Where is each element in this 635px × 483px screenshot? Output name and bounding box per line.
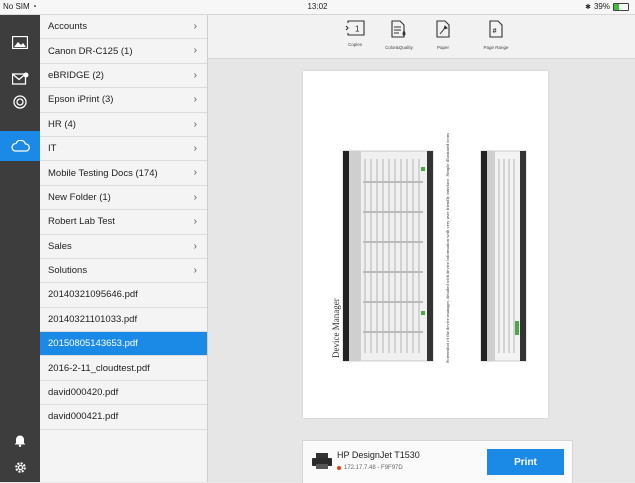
- folder-name: Accounts: [48, 21, 88, 33]
- battery-icon: [613, 2, 629, 11]
- file-name: 2016-2-11_cloudtest.pdf: [48, 362, 150, 374]
- chevron-right-icon: ›: [193, 142, 197, 154]
- folder-row[interactable]: IT ›: [40, 137, 207, 162]
- print-options-toolbar: 1 Copies Color&Quality Paper # Page Rang…: [208, 15, 635, 59]
- folder-name: Canon DR-C125 (1): [48, 45, 133, 57]
- folder-name: IT: [48, 143, 57, 155]
- preview-screenshot-1: [342, 150, 434, 362]
- rail-cloud[interactable]: [0, 131, 40, 161]
- folder-name: Solutions: [48, 265, 88, 277]
- folder-row[interactable]: HR (4) ›: [40, 113, 207, 137]
- chevron-right-icon: ›: [193, 191, 197, 203]
- chevron-right-icon: ›: [193, 21, 197, 32]
- file-row[interactable]: david000421.pdf: [40, 405, 207, 430]
- bluetooth-icon: ✱: [585, 3, 591, 11]
- browser-icon: [13, 95, 27, 109]
- chevron-right-icon: ›: [193, 264, 197, 276]
- folder-name: Epson iPrint (3): [48, 94, 114, 106]
- file-name: david000421.pdf: [48, 411, 119, 423]
- chevron-right-icon: ›: [193, 167, 197, 179]
- folder-row[interactable]: Accounts ›: [40, 15, 207, 40]
- chevron-right-icon: ›: [193, 216, 197, 228]
- rail-photos[interactable]: [0, 27, 40, 57]
- print-button[interactable]: Print: [487, 449, 564, 475]
- file-list: Accounts › Canon DR-C125 (1) › eBRIDGE (2) › E…: [40, 15, 208, 482]
- file-name: 20140321095646.pdf: [48, 289, 138, 301]
- status-bar: No SIM ◔ 13:02 ✱ 39%: [0, 0, 635, 15]
- settings-gear-icon: [14, 461, 26, 473]
- folder-name: Robert Lab Test: [48, 216, 115, 228]
- chevron-right-icon: ›: [193, 118, 197, 130]
- page-range-icon: #: [489, 20, 503, 38]
- color-quality-icon: [391, 20, 406, 38]
- page-preview[interactable]: Device Manager Screenshot of the device …: [303, 71, 548, 418]
- folder-row[interactable]: Canon DR-C125 (1) ›: [40, 39, 207, 64]
- folder-name: eBRIDGE (2): [48, 69, 104, 81]
- paper-label: Paper: [436, 45, 449, 50]
- folder-name: New Folder (1): [48, 191, 111, 203]
- svg-text:#: #: [493, 28, 497, 35]
- printer-name[interactable]: HP DesignJet T1530: [337, 450, 420, 460]
- paper-icon: [436, 20, 450, 38]
- chevron-right-icon: ›: [193, 240, 197, 252]
- file-name: 20150805143653.pdf: [48, 338, 138, 350]
- chevron-right-icon: ›: [193, 94, 197, 106]
- copies-button[interactable]: 1 Copies: [332, 20, 378, 47]
- paper-button[interactable]: Paper: [420, 20, 466, 50]
- color-quality-label: Color&Quality: [385, 45, 413, 50]
- photos-icon: [12, 35, 28, 49]
- folder-row[interactable]: Sales ›: [40, 235, 207, 259]
- page-range-label: Page Range: [483, 45, 509, 50]
- printer-bar: HP DesignJet T1530 172.17.7.48 - F9F97D …: [302, 440, 573, 483]
- file-name: david000420.pdf: [48, 387, 119, 399]
- color-quality-button[interactable]: Color&Quality: [376, 20, 422, 50]
- source-rail: [0, 15, 40, 482]
- notification-bell-icon: [14, 435, 26, 447]
- email-icon: [11, 72, 28, 85]
- file-row[interactable]: david000420.pdf: [40, 381, 207, 406]
- preview-caption: Screenshot of the device manager, detail…: [445, 133, 451, 363]
- folder-row[interactable]: Robert Lab Test ›: [40, 210, 207, 235]
- printer-address-row: 172.17.7.48 - F9F97D: [337, 465, 403, 471]
- printer-icon: [312, 453, 332, 469]
- chevron-right-icon: ›: [193, 69, 197, 81]
- folder-row[interactable]: New Folder (1) ›: [40, 186, 207, 211]
- file-row[interactable]: 20140321095646.pdf: [40, 283, 207, 308]
- folder-row[interactable]: Epson iPrint (3) ›: [40, 88, 207, 113]
- battery-percent: 39%: [593, 2, 610, 11]
- folder-name: HR (4): [48, 118, 76, 130]
- preview-screenshot-2: [480, 150, 527, 362]
- rail-settings[interactable]: [0, 452, 40, 482]
- print-preview-area: Device Manager Screenshot of the device …: [208, 59, 635, 483]
- folder-name: Sales: [48, 240, 72, 252]
- printer-status-dot: [337, 466, 341, 470]
- file-name: 20140321101033.pdf: [48, 313, 138, 325]
- page-range-button[interactable]: # Page Range: [473, 20, 519, 50]
- clock: 13:02: [307, 2, 328, 11]
- rail-browser[interactable]: [0, 87, 40, 117]
- printer-address: 172.17.7.48 - F9F97D: [344, 465, 403, 471]
- folder-row[interactable]: Mobile Testing Docs (174) ›: [40, 161, 207, 186]
- rail-notifications[interactable]: [0, 425, 40, 455]
- folder-row[interactable]: Solutions ›: [40, 259, 207, 284]
- copies-value: 1: [355, 25, 360, 34]
- cloud-icon: [11, 140, 30, 152]
- file-row[interactable]: 2016-2-11_cloudtest.pdf: [40, 356, 207, 381]
- document-thumbnail: Device Manager Screenshot of the device …: [331, 133, 527, 363]
- file-row[interactable]: 20140321101033.pdf: [40, 308, 207, 333]
- chevron-right-icon: ›: [193, 45, 197, 57]
- battery-status: ✱ 39%: [585, 2, 629, 11]
- copies-label: Copies: [347, 42, 362, 47]
- file-row[interactable]: 20150805143653.pdf: [40, 332, 207, 357]
- folder-row[interactable]: eBRIDGE (2) ›: [40, 64, 207, 89]
- preview-title: Device Manager: [331, 298, 341, 358]
- folder-name: Mobile Testing Docs (174): [48, 167, 158, 179]
- copies-icon: 1: [345, 20, 365, 36]
